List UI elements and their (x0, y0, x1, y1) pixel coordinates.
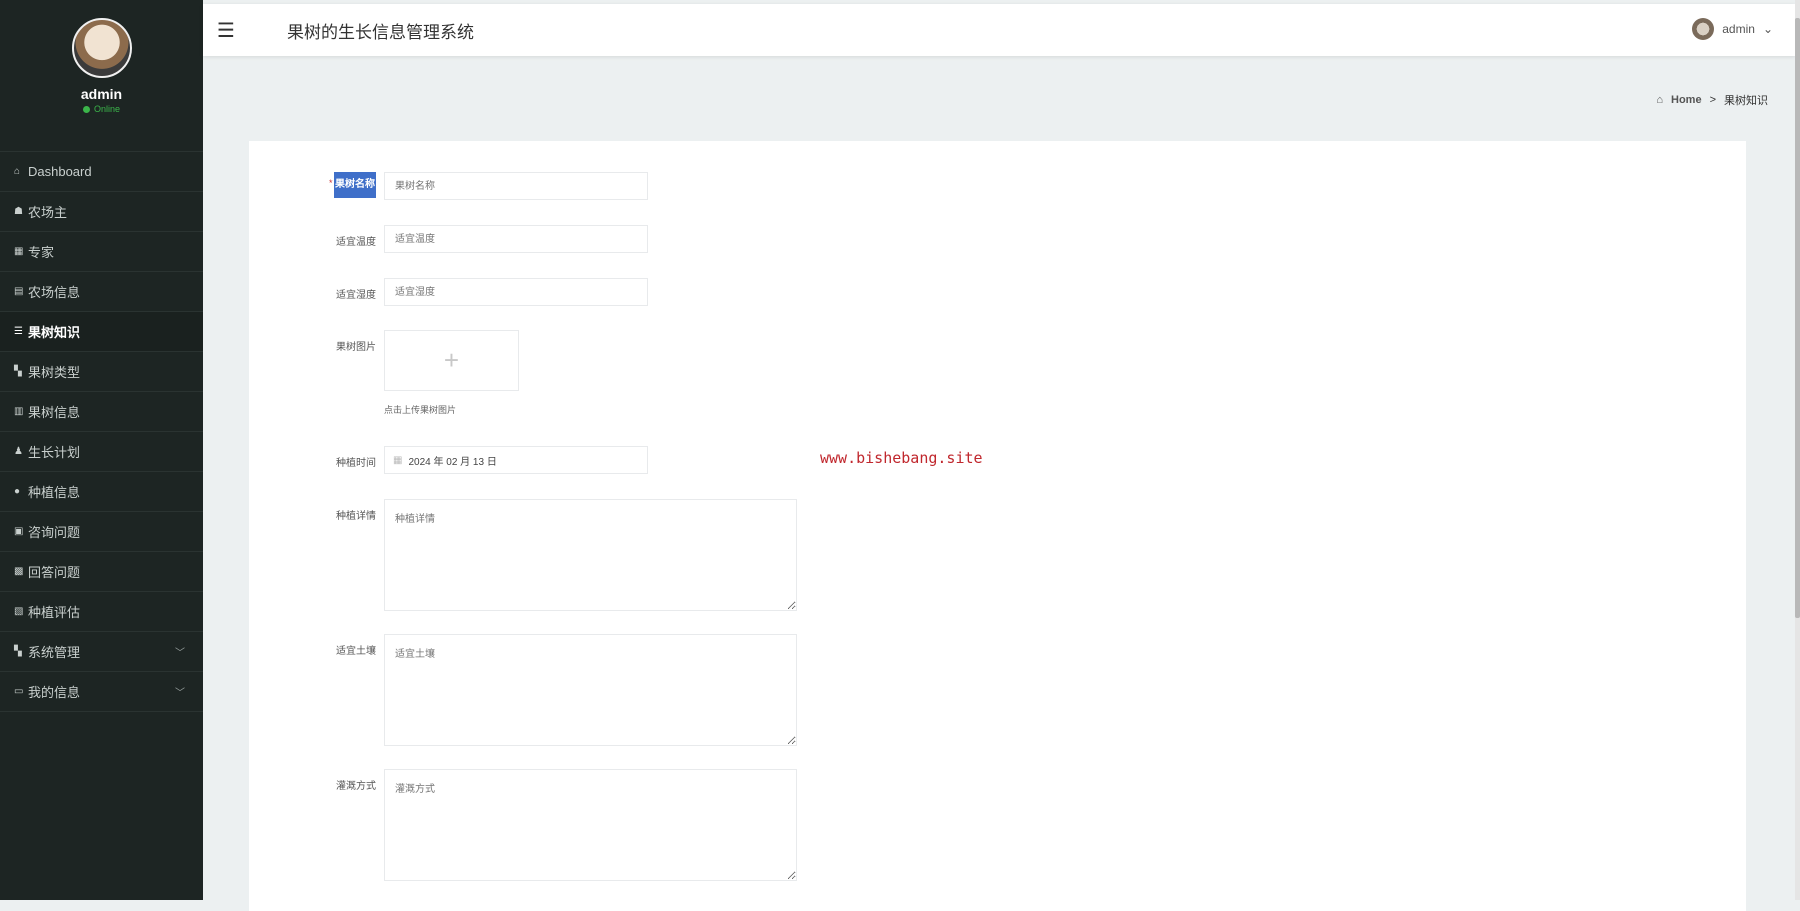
breadcrumb-separator: > (1709, 94, 1716, 106)
sidebar-item-label: 农场主 (28, 205, 68, 220)
fruit-name-input[interactable] (384, 172, 648, 200)
sidebar-item-evaluation[interactable]: ▧ 种植评估 (0, 592, 203, 632)
sidebar-item-label: 果树知识 (28, 325, 81, 340)
breadcrumb-current: 果树知识 (1724, 95, 1768, 107)
calendar-icon: ▦ (393, 454, 403, 466)
home-icon[interactable]: ⌂ (1656, 94, 1663, 106)
plus-icon: + (443, 345, 460, 375)
planting-time-label: 种植时间 (336, 458, 376, 469)
menu-icon: ♟ (14, 446, 23, 457)
chevron-down-icon[interactable]: ﹀ (175, 684, 185, 699)
sidebar-item-label: 咨询问题 (28, 525, 81, 540)
sidebar-item-fruit-knowledge[interactable]: ☰ 果树知识 (0, 312, 203, 352)
avatar[interactable] (71, 18, 132, 78)
chevron-down-icon[interactable]: ﹀ (175, 644, 185, 659)
temperature-input[interactable] (384, 225, 648, 253)
sidebar-item-label: 专家 (28, 245, 55, 260)
sidebar-item-planting-info[interactable]: ● 种植信息 (0, 472, 203, 512)
irrigation-label: 灌溉方式 (336, 781, 376, 792)
breadcrumb: ⌂ Home > 果树知识 (1656, 92, 1768, 108)
sidebar-item-consult[interactable]: ▣ 咨询问题 (0, 512, 203, 552)
profile-name: admin (80, 86, 123, 102)
sidebar-item-label: 我的信息 (28, 685, 81, 700)
user-profile: admin Online (0, 18, 203, 152)
breadcrumb-home[interactable]: Home (1671, 94, 1702, 106)
status-text: Online (93, 104, 120, 114)
menu-icon: ▭ (14, 686, 24, 697)
status-badge: Online (0, 104, 203, 114)
sidebar-item-expert[interactable]: ▦ 专家 (0, 232, 203, 272)
soil-label: 适宜土壤 (336, 646, 376, 657)
sidebar-item-label: 农场信息 (28, 285, 81, 300)
irrigation-textarea[interactable] (384, 769, 797, 881)
sidebar-item-label: Dashboard (28, 164, 92, 179)
menu-icon: ☗ (14, 206, 23, 217)
menu-icon: ▥ (14, 406, 24, 417)
user-name[interactable]: admin (1722, 22, 1755, 36)
menu-icon: ☰ (14, 326, 23, 337)
sidebar-item-farm-owner[interactable]: ☗ 农场主 (0, 192, 203, 232)
sidebar-item-system[interactable]: ▚ 系统管理 ﹀ (0, 632, 203, 672)
image-upload-button[interactable]: + (384, 330, 519, 391)
watermark-text: www.bishebang.site (820, 449, 983, 467)
planting-time-date-picker[interactable]: ▦ 2024 年 02 月 13 日 (384, 446, 648, 474)
planting-detail-textarea[interactable] (384, 499, 797, 611)
upload-hint: 点击上传果树图片 (384, 405, 457, 415)
sidebar-item-label: 种植信息 (28, 485, 81, 500)
fruit-image-label: 果树图片 (336, 342, 376, 353)
fruit-name-label: 果树名称 (334, 172, 376, 198)
temperature-label: 适宜温度 (336, 237, 376, 248)
scrollbar-thumb[interactable] (1795, 18, 1800, 618)
sidebar-item-label: 回答问题 (28, 565, 81, 580)
menu-icon: ▤ (14, 286, 24, 297)
sidebar-item-growth-plan[interactable]: ♟ 生长计划 (0, 432, 203, 472)
page-scrollbar[interactable] (1795, 0, 1800, 900)
humidity-label: 适宜湿度 (336, 290, 376, 301)
user-menu[interactable]: admin ⌄ (1692, 18, 1773, 40)
menu-icon: ▦ (14, 246, 24, 257)
sidebar-menu: ⌂ Dashboard ☗ 农场主 ▦ 专家 ▤ 农场信息 ☰ 果树知识 ▚ 果树类型 ▥ 果树信息 ♟ 生长… (0, 152, 203, 712)
sidebar-item-label: 果树类型 (28, 365, 81, 380)
sidebar-item-fruit-info[interactable]: ▥ 果树信息 (0, 392, 203, 432)
menu-icon: ▚ (14, 646, 22, 657)
menu-icon: ▣ (14, 526, 24, 537)
menu-icon: ▧ (14, 606, 24, 617)
sidebar-item-fruit-type[interactable]: ▚ 果树类型 (0, 352, 203, 392)
menu-icon: ● (14, 486, 21, 497)
chevron-down-icon[interactable]: ⌄ (1763, 22, 1773, 36)
sidebar-item-my-info[interactable]: ▭ 我的信息 ﹀ (0, 672, 203, 712)
sidebar: admin Online ⌂ Dashboard ☗ 农场主 ▦ 专家 ▤ 农场信息 ☰ 果树知识… (0, 0, 203, 900)
sidebar-item-dashboard[interactable]: ⌂ Dashboard (0, 152, 203, 192)
required-mark: * (329, 178, 333, 188)
sidebar-item-label: 果树信息 (28, 405, 81, 420)
planting-detail-label: 种植详情 (336, 511, 376, 522)
sidebar-item-label: 系统管理 (28, 645, 81, 660)
sidebar-item-farm-info[interactable]: ▤ 农场信息 (0, 272, 203, 312)
soil-textarea[interactable] (384, 634, 797, 746)
humidity-input[interactable] (384, 278, 648, 306)
online-dot-icon (82, 105, 90, 113)
form-panel: * 果树名称 适宜温度 适宜湿度 果树图片 + 点击上传果树图片 种植时间 ▦ … (249, 141, 1746, 911)
sidebar-item-answer[interactable]: ▩ 回答问题 (0, 552, 203, 592)
top-bar: ☰ 果树的生长信息管理系统 admin ⌄ (203, 4, 1795, 56)
page-title: 果树的生长信息管理系统 (287, 22, 474, 42)
menu-icon: ▩ (14, 566, 24, 577)
planting-time-value: 2024 年 02 月 13 日 (408, 456, 497, 468)
menu-icon: ▚ (14, 366, 22, 377)
menu-toggle-icon[interactable]: ☰ (217, 18, 247, 43)
sidebar-item-label: 生长计划 (28, 445, 81, 460)
menu-icon: ⌂ (14, 166, 21, 177)
user-avatar[interactable] (1692, 18, 1715, 40)
sidebar-item-label: 种植评估 (28, 605, 81, 620)
